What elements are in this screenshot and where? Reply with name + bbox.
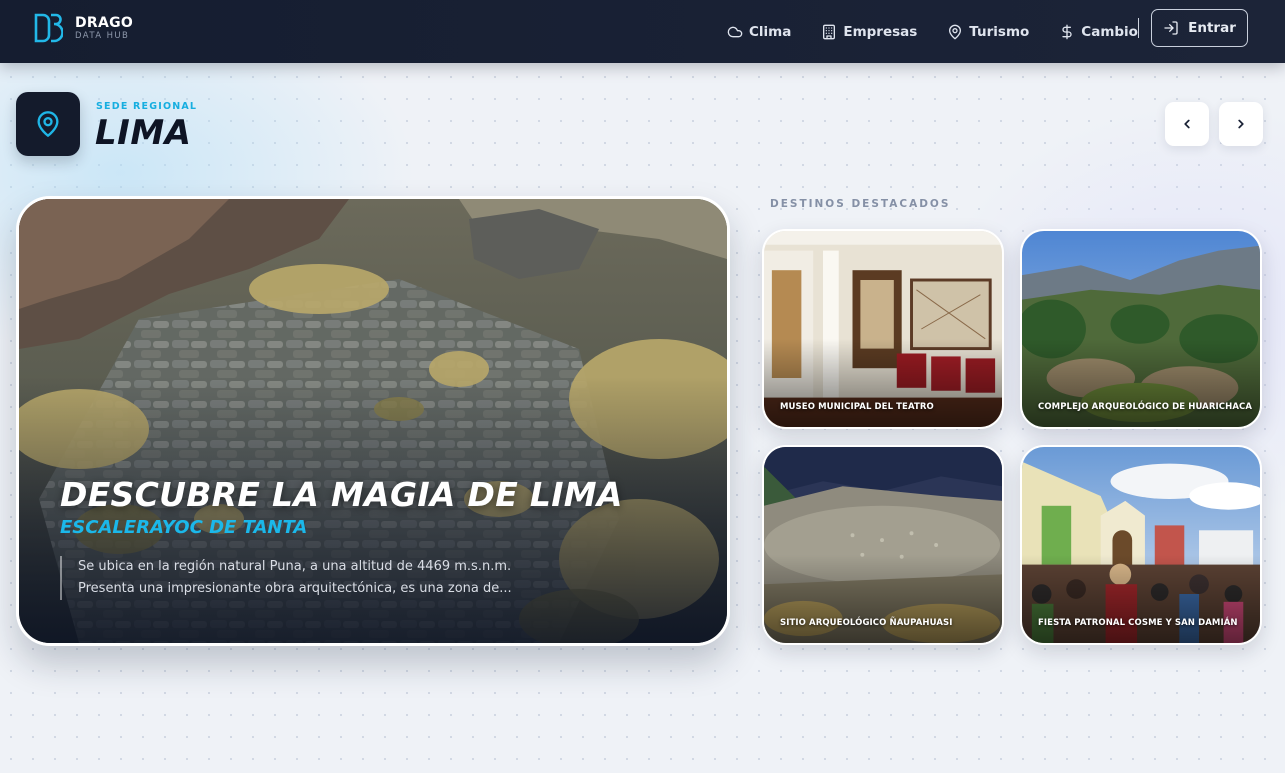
nav-link-label: Clima: [749, 23, 792, 40]
region-pin-badge: [16, 92, 80, 156]
chevron-right-icon: [1238, 119, 1244, 129]
card-shade: [764, 231, 1002, 427]
nav-link-label: Cambio: [1081, 23, 1138, 40]
nav-link-label: Turismo: [969, 23, 1030, 40]
nav-link-empresas[interactable]: Empresas: [821, 24, 917, 40]
building-icon: [823, 24, 836, 39]
prev-region-button[interactable]: [1165, 102, 1209, 146]
brand-tag: DATA HUB: [75, 30, 130, 41]
dollar-icon: [1062, 24, 1072, 39]
brand-logo[interactable]: DRAGO DATA HUB: [33, 12, 133, 44]
destination-card-fiesta[interactable]: FIESTA PATRONAL COSME Y SAN DAMIÁN: [1020, 445, 1262, 645]
brand-name: DRAGO: [75, 14, 134, 31]
top-navbar: DRAGO DATA HUB Clima Empresas Turismo Ca…: [0, 0, 1285, 63]
destination-card-huarichaca[interactable]: COMPLEJO ARQUEOLÓGICO DE HUARICHACA: [1020, 229, 1262, 429]
login-icon: [1164, 21, 1178, 35]
nav-link-label: Empresas: [843, 23, 918, 40]
next-region-button[interactable]: [1219, 102, 1263, 146]
nav-links: Clima Empresas Turismo Cambio: [727, 0, 1168, 63]
card-shade: [764, 447, 1002, 643]
destination-name: COMPLEJO ARQUEOLÓGICO DE HUARICHACA: [1038, 402, 1253, 412]
destination-name: MUSEO MUNICIPAL DEL TEATRO: [780, 402, 934, 412]
nav-divider: [1138, 18, 1139, 38]
location-pin-icon: [37, 111, 59, 137]
destinations-heading: DESTINOS DESTACADOS: [770, 198, 951, 210]
card-shade: [1022, 231, 1260, 427]
destination-card-museo[interactable]: MUSEO MUNICIPAL DEL TEATRO: [762, 229, 1004, 429]
nav-link-clima[interactable]: Clima: [727, 24, 791, 40]
login-label: Entrar: [1188, 20, 1236, 36]
login-button[interactable]: Entrar: [1151, 9, 1248, 47]
hero-desc-line-2: Presenta una impresionante obra arquitec…: [78, 581, 512, 596]
destination-card-naupahuasi[interactable]: SITIO ARQUEOLÓGICO ÑAUPAHUASI: [762, 445, 1004, 645]
region-kicker: SEDE REGIONAL: [96, 101, 198, 112]
hero-desc-line-1: Se ubica en la región natural Puna, a un…: [78, 559, 512, 574]
card-shade: [1022, 447, 1260, 643]
destination-name: SITIO ARQUEOLÓGICO ÑAUPAHUASI: [780, 618, 953, 628]
nav-link-turismo[interactable]: Turismo: [947, 24, 1029, 40]
hero-title: DESCUBRE LA MAGIA DE LIMA: [60, 475, 623, 514]
chevron-left-icon: [1184, 119, 1190, 129]
map-pin-icon: [949, 24, 962, 39]
hero-card[interactable]: DESCUBRE LA MAGIA DE LIMA ESCALERAYOC DE…: [16, 196, 730, 646]
drago-logo-icon: [34, 13, 63, 43]
hero-subtitle: ESCALERAYOC DE TANTA: [60, 517, 308, 538]
hero-description: Se ubica en la región natural Puna, a un…: [60, 556, 660, 600]
destination-name: FIESTA PATRONAL COSME Y SAN DAMIÁN: [1038, 618, 1238, 628]
cloud-icon: [727, 26, 743, 37]
region-title: LIMA: [95, 113, 192, 153]
nav-link-cambio[interactable]: Cambio: [1059, 24, 1138, 40]
